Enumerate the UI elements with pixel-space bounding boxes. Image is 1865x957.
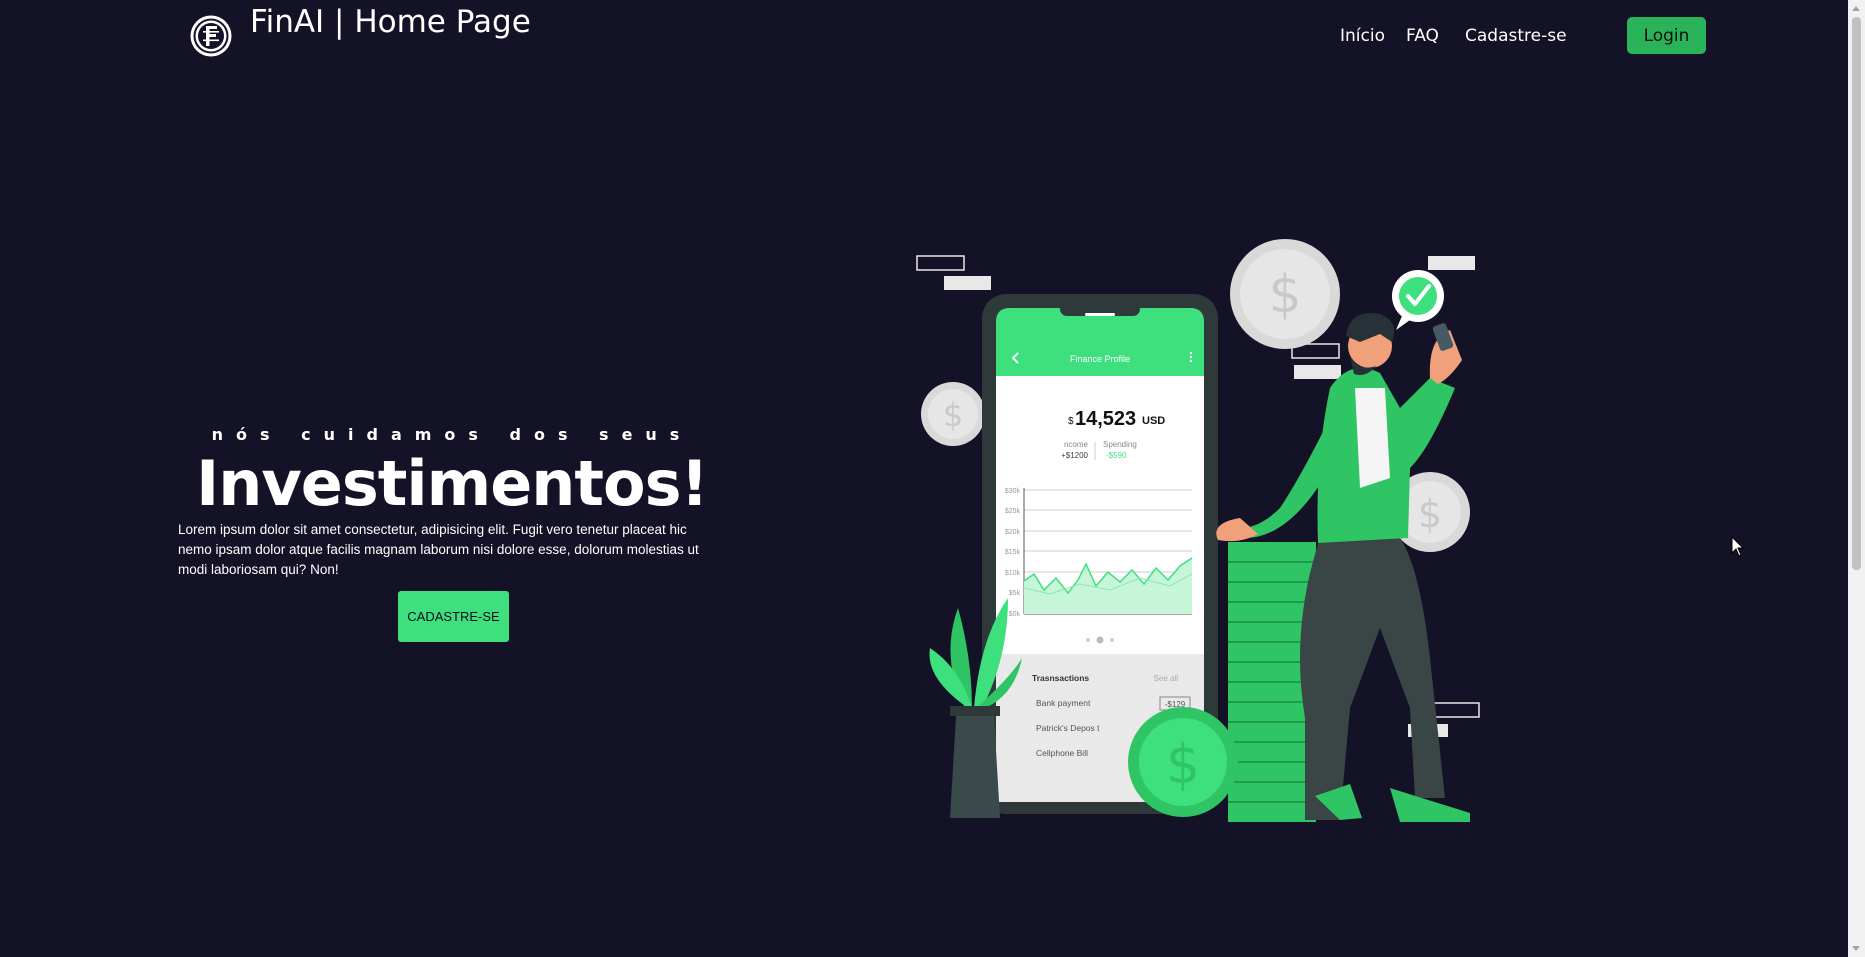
coin-f-logo-icon[interactable]	[189, 14, 233, 58]
svg-text:$: $	[1418, 492, 1442, 536]
svg-text:+$1200: +$1200	[1061, 451, 1088, 460]
signup-cta-button[interactable]: CADASTRE-SE	[398, 591, 509, 642]
svg-text:$20k: $20k	[1005, 529, 1021, 536]
svg-text:$30k: $30k	[1005, 488, 1021, 495]
svg-text:Bank payment: Bank payment	[1036, 698, 1091, 708]
scroll-up-arrow-icon[interactable]	[1852, 6, 1860, 11]
svg-text:$10k: $10k	[1005, 570, 1021, 577]
phone-screen-title: Finance Profile	[1070, 354, 1130, 364]
hero-headline: Investimentos!	[196, 447, 709, 520]
svg-text:$0k: $0k	[1009, 611, 1021, 618]
hero-description: Lorem ipsum dolor sit amet consectetur, …	[178, 522, 699, 577]
nav-link-inicio[interactable]: Início	[1340, 26, 1385, 46]
navbar: FinAI | Home Page Início FAQ Cadastre-se…	[0, 0, 1848, 72]
svg-text:Patrick's Depos t: Patrick's Depos t	[1036, 723, 1100, 733]
svg-text:-$590: -$590	[1106, 451, 1127, 460]
scroll-down-arrow-icon[interactable]	[1852, 946, 1860, 951]
vertical-scrollbar[interactable]	[1848, 0, 1865, 957]
scroll-thumb[interactable]	[1852, 17, 1861, 570]
dollar-coin-icon: $	[1128, 707, 1238, 817]
svg-text:$: $	[1268, 265, 1301, 325]
dollar-coin-icon: $	[921, 382, 985, 446]
transactions-title: Trasnsactions	[1032, 673, 1089, 683]
balance-value: 14,523	[1075, 408, 1136, 430]
check-bubble-icon	[1392, 270, 1444, 330]
svg-text:ncome: ncome	[1064, 440, 1089, 449]
svg-text:$15k: $15k	[1005, 549, 1021, 556]
svg-text:$: $	[943, 396, 963, 434]
page: FinAI | Home Page Início FAQ Cadastre-se…	[0, 0, 1848, 957]
nav-link-faq[interactable]: FAQ	[1406, 26, 1439, 46]
finance-illustration: $ $ $ Finance Profile $ 14,523 USD ncome	[916, 239, 1480, 822]
hero-tagline: nós cuidamos dos seus	[211, 425, 693, 444]
svg-text:USD: USD	[1142, 415, 1165, 427]
svg-text:Spending: Spending	[1103, 440, 1137, 449]
brand-title[interactable]: FinAI | Home Page	[250, 4, 531, 40]
mouse-cursor-icon	[1731, 536, 1745, 557]
svg-text:$: $	[1068, 416, 1074, 427]
nav-link-cadastre-se[interactable]: Cadastre-se	[1465, 26, 1567, 46]
svg-text:See all: See all	[1154, 674, 1179, 683]
svg-text:$: $	[1166, 733, 1200, 796]
dollar-coin-icon: $	[1230, 239, 1340, 349]
login-button[interactable]: Login	[1627, 17, 1706, 54]
svg-text:Cellphone Bill: Cellphone Bill	[1036, 748, 1088, 758]
svg-text:$5k: $5k	[1009, 590, 1021, 597]
svg-text:$25k: $25k	[1005, 508, 1021, 515]
